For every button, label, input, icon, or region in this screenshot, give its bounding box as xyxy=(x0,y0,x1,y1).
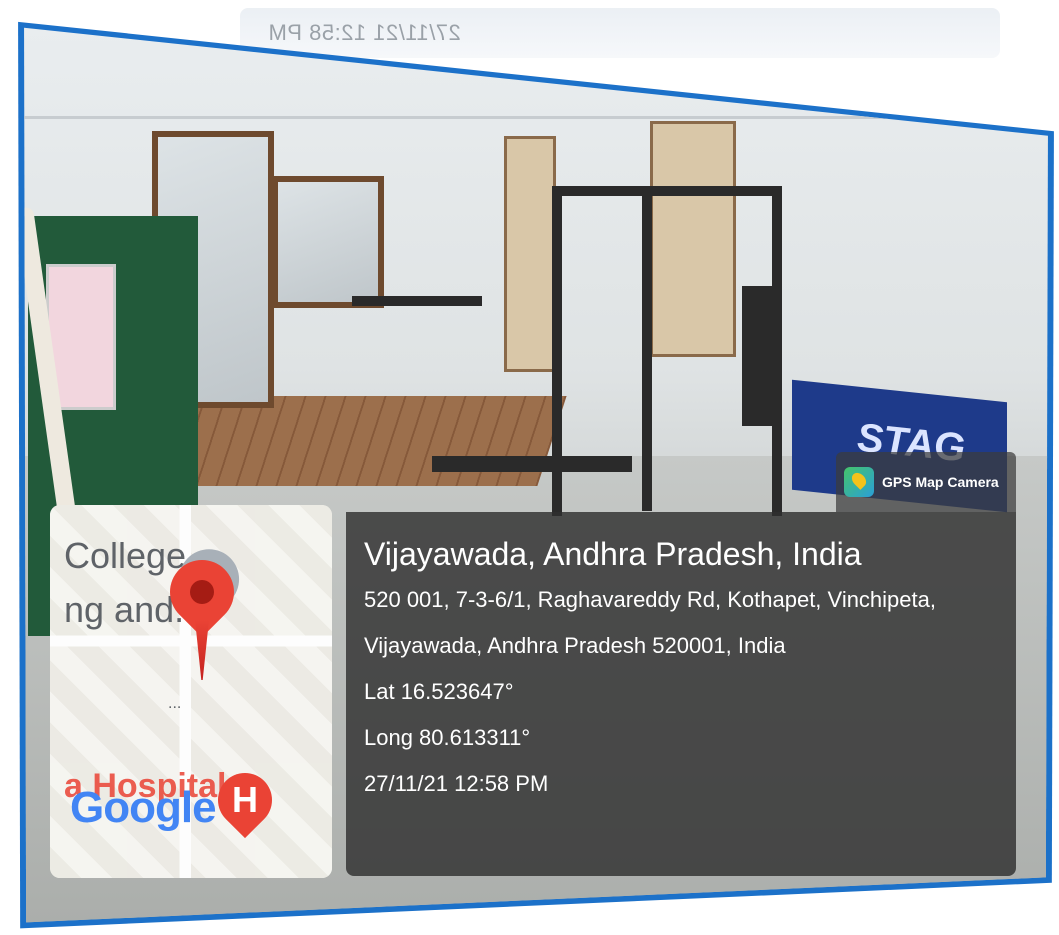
gps-map-camera-app-icon xyxy=(844,467,874,497)
door xyxy=(650,121,736,357)
address-line-1: 520 001, 7-3-6/1, Raghavareddy Rd, Kotha… xyxy=(364,587,936,612)
location-info-panel: Vijayawada, Andhra Pradesh, India 520 00… xyxy=(346,512,1016,876)
wall-mirror xyxy=(272,176,384,308)
google-logo: Google xyxy=(70,783,217,833)
gym-machine-post xyxy=(772,186,782,516)
gps-photo-page: 27/11/21 12:58 PM STAG GPS Map Camera Vi… xyxy=(0,0,1059,935)
gym-machine-post xyxy=(642,191,652,511)
gps-map-camera-badge: GPS Map Camera xyxy=(836,452,1016,512)
gym-bench xyxy=(432,456,632,472)
gym-seat xyxy=(742,286,772,426)
gps-badge-label: GPS Map Camera xyxy=(882,474,999,490)
google-logo-text: Google xyxy=(70,783,217,832)
map-place-label-1: College xyxy=(64,535,187,576)
location-title: Vijayawada, Andhra Pradesh, India xyxy=(364,536,862,572)
gym-bench xyxy=(352,296,482,306)
wall-trim xyxy=(24,116,1048,119)
datetime: 27/11/21 12:58 PM xyxy=(364,771,549,796)
map-ellipsis: ... xyxy=(168,695,182,712)
latitude: Lat 16.523647° xyxy=(364,679,514,704)
longitude: Long 80.613311° xyxy=(364,725,531,750)
gym-machine-frame xyxy=(552,186,782,196)
address-line-2: Vijayawada, Andhra Pradesh 520001, India xyxy=(364,633,786,658)
wooden-platform xyxy=(157,396,567,486)
map-thumbnail: College ng and.. ... a Hospital Google H xyxy=(50,505,332,878)
hospital-marker-letter: H xyxy=(232,779,258,820)
door xyxy=(504,136,556,372)
reflection-timestamp: 27/11/21 12:58 PM xyxy=(268,20,461,45)
